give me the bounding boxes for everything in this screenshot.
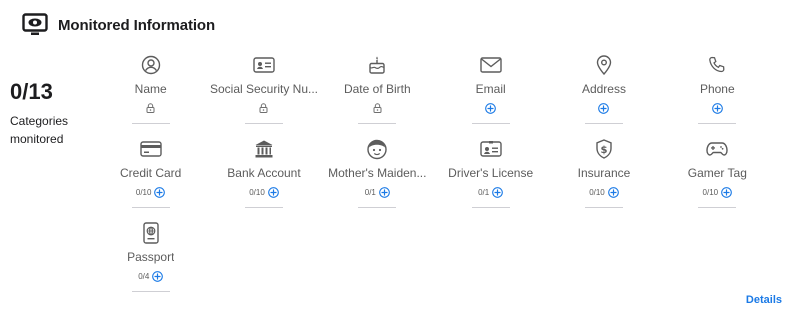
category-label: Email [475, 82, 506, 96]
category-item: Address [547, 54, 660, 138]
category-label: Date of Birth [343, 82, 411, 96]
category-item: Social Security Nu... [207, 54, 320, 138]
category-status [259, 101, 268, 115]
category-status [598, 101, 610, 115]
category-divider [358, 123, 397, 124]
category-label: Bank Account [227, 166, 301, 180]
add-credit-card-button[interactable] [154, 186, 166, 198]
category-status: 0/1 [365, 185, 390, 199]
category-item: Passport 0/4 [94, 222, 208, 306]
category-status: 0/4 [138, 269, 164, 283]
category-item: Credit Card 0/10 [94, 138, 207, 222]
category-status: 0/10 [249, 185, 279, 199]
category-divider [358, 207, 397, 208]
lock-icon [259, 103, 268, 113]
category-item: Date of Birth [321, 54, 434, 138]
category-divider [584, 123, 623, 124]
add-passport-button[interactable] [152, 270, 164, 282]
category-count: 0/10 [589, 187, 605, 197]
gamepad-icon [706, 138, 728, 160]
category-label: Driver's License [448, 166, 534, 180]
category-item: Phone [661, 54, 774, 138]
category-label: Address [581, 82, 626, 96]
face-icon [366, 138, 388, 160]
add-bank-button[interactable] [267, 186, 279, 198]
category-status [373, 101, 382, 115]
monitor-eye-icon [22, 12, 48, 38]
category-divider [131, 123, 170, 124]
monitored-count-label: Categories monitored [10, 114, 69, 146]
category-label: Insurance [577, 166, 631, 180]
add-gamepad-button[interactable] [721, 186, 732, 198]
category-status: 0/10 [703, 185, 733, 199]
category-item: Name [94, 54, 207, 138]
location-pin-icon [596, 54, 612, 76]
section-header: Monitored Information [22, 10, 215, 40]
category-status [711, 101, 723, 115]
category-count: 0/10 [249, 187, 265, 197]
add-face-button[interactable] [379, 186, 390, 198]
category-status [146, 101, 155, 115]
category-label: Gamer Tag [687, 166, 747, 180]
section-title: Monitored Information [58, 16, 216, 34]
category-item: Mother's Maiden... 0/1 [321, 138, 434, 222]
category-item: $ Insurance 0/10 [547, 138, 660, 222]
svg-text:$: $ [600, 145, 607, 156]
category-item: Bank Account 0/10 [207, 138, 320, 222]
category-divider [244, 123, 283, 124]
passport-icon [142, 222, 160, 244]
envelope-icon [479, 54, 502, 76]
person-circle-icon [141, 54, 161, 76]
category-label: Social Security Nu... [209, 82, 319, 96]
category-divider [471, 207, 510, 208]
lock-icon [146, 103, 155, 113]
id-card-icon [253, 54, 275, 76]
birthday-cake-icon [367, 54, 387, 76]
category-row: Credit Card 0/10 Bank Account 0/10 Mother's … [94, 138, 774, 222]
category-divider [471, 123, 510, 124]
category-count: 0/4 [138, 271, 150, 281]
category-divider [584, 207, 623, 208]
category-item: Driver's License 0/1 [434, 138, 547, 222]
details-link[interactable]: Details [746, 294, 782, 306]
category-label: Passport [127, 250, 175, 264]
shield-dollar-icon: $ [595, 138, 613, 160]
lock-icon [373, 103, 382, 113]
add-license-card-button[interactable] [492, 186, 504, 198]
category-label: Credit Card [119, 166, 182, 180]
category-count: 0/1 [478, 187, 490, 197]
monitoring-summary: 0/13 Categories monitored [10, 80, 100, 148]
category-row: Passport 0/4 [94, 222, 774, 306]
add-envelope-button[interactable] [485, 102, 496, 114]
category-count: 0/10 [135, 187, 152, 197]
category-divider [698, 207, 737, 208]
license-card-icon [479, 138, 502, 160]
add-location-pin-button[interactable] [598, 102, 610, 114]
category-count: 0/1 [364, 187, 376, 197]
category-divider [244, 207, 283, 208]
category-divider [131, 291, 170, 292]
category-status: 0/10 [136, 185, 166, 199]
credit-card-icon [139, 138, 162, 160]
phone-icon [708, 54, 726, 76]
category-status: 0/1 [478, 185, 504, 199]
category-status: 0/10 [589, 185, 619, 199]
category-divider [131, 207, 170, 208]
monitored-count: 0/13 [10, 79, 53, 104]
bank-icon [254, 138, 274, 160]
category-label: Name [134, 82, 167, 96]
category-item: Email [434, 54, 547, 138]
category-divider [698, 123, 737, 124]
category-status [485, 101, 496, 115]
category-label: Mother's Maiden... [328, 166, 427, 180]
category-count: 0/10 [702, 187, 719, 197]
add-shield-dollar-button[interactable] [607, 186, 619, 198]
category-item: Gamer Tag 0/10 [661, 138, 774, 222]
category-grid: Name Social Security Nu... Date of Birth Em… [94, 54, 774, 306]
category-row: Name Social Security Nu... Date of Birth Em… [94, 54, 774, 138]
add-phone-button[interactable] [711, 102, 723, 114]
category-label: Phone [699, 82, 735, 96]
